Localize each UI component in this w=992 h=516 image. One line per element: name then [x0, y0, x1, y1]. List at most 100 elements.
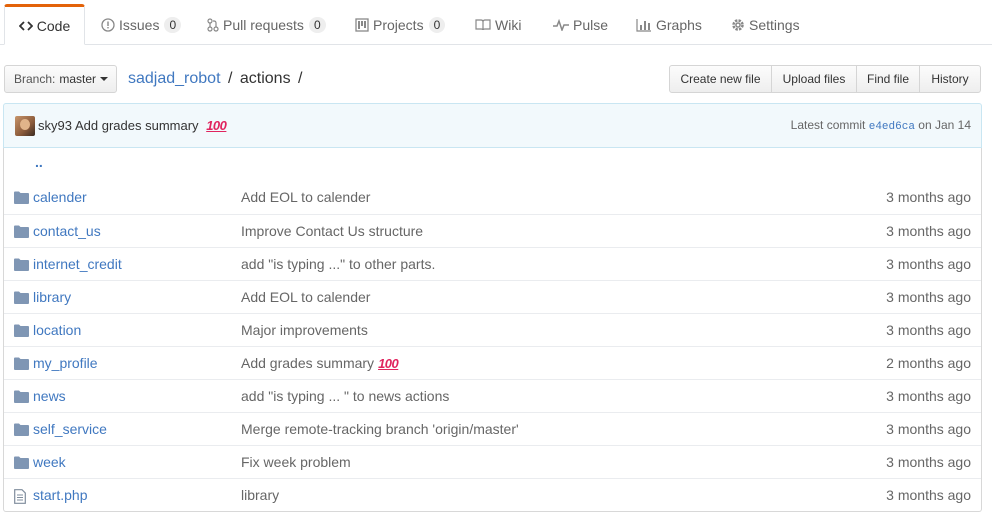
folder-icon: [14, 291, 30, 305]
table-row: start.php library 3 months ago: [4, 478, 981, 511]
file-name-link[interactable]: news: [33, 388, 66, 404]
commit-sha-link[interactable]: e4ed6ca: [869, 121, 915, 133]
file-name-link[interactable]: contact_us: [33, 223, 101, 239]
folder-icon: [14, 324, 30, 338]
code-icon: [18, 20, 33, 32]
commit-message-link[interactable]: library: [241, 487, 279, 503]
history-button[interactable]: History: [919, 65, 981, 93]
commit-age: 3 months ago: [886, 322, 971, 338]
commit-message-link[interactable]: Add EOL to calender: [241, 289, 370, 305]
file-name-link[interactable]: my_profile: [33, 355, 98, 371]
commit-message: Add EOL to calender: [241, 289, 370, 305]
commit-message-link[interactable]: Add grades summary: [75, 118, 199, 133]
commit-message-link[interactable]: Improve Contact Us structure: [241, 223, 423, 239]
table-row: location Major improvements 3 months ago: [4, 313, 981, 346]
tab-label: Pull requests: [223, 17, 304, 33]
commit-age: 3 months ago: [886, 189, 971, 205]
folder-icon: [14, 357, 30, 371]
tab-label: Code: [36, 17, 71, 34]
parent-dir-link[interactable]: ..: [35, 154, 43, 170]
graph-icon: [636, 18, 652, 32]
upload-files-button[interactable]: Upload files: [771, 65, 857, 93]
commit-message: Merge remote-tracking branch 'origin/mas…: [241, 421, 519, 437]
commit-message: add "is typing ..." to other parts.: [241, 256, 435, 272]
file-name-link[interactable]: library: [33, 289, 71, 305]
projects-counter: 0: [428, 17, 446, 33]
table-row: internet_credit add "is typing ..." to o…: [4, 247, 981, 280]
breadcrumb-repo-link[interactable]: sadjad_robot: [128, 70, 221, 87]
tab-label: Wiki: [495, 17, 522, 33]
commit-age: 3 months ago: [886, 487, 971, 503]
issue-icon: [101, 18, 115, 32]
commit-tease: sky93 Add grades summary 100 Latest comm…: [3, 103, 982, 148]
folder-icon: [14, 456, 30, 470]
avatar[interactable]: [15, 116, 35, 136]
commit-message-link[interactable]: Fix week problem: [241, 454, 351, 470]
table-row: library Add EOL to calender 3 months ago: [4, 280, 981, 313]
commit-age: 3 months ago: [886, 223, 971, 239]
table-row-parent-dir: ..: [4, 148, 981, 181]
hundred-emoji: 100: [378, 356, 399, 371]
tab-code[interactable]: Code: [4, 4, 85, 45]
commit-age: 3 months ago: [886, 388, 971, 404]
latest-commit-label: Latest commit: [790, 118, 866, 132]
caret-down-icon: [100, 77, 109, 81]
tab-wiki[interactable]: Wiki: [475, 5, 521, 45]
pull-requests-counter: 0: [308, 17, 326, 33]
tab-pulse[interactable]: Pulse: [553, 5, 608, 45]
commit-message-link[interactable]: add "is typing ... " to news actions: [241, 388, 449, 404]
hundred-emoji: 100: [206, 118, 227, 133]
tab-label: Issues: [119, 17, 160, 33]
commit-message-link[interactable]: Major improvements: [241, 322, 368, 338]
commit-message: Improve Contact Us structure: [241, 223, 423, 239]
repo-nav: Code Issues 0 Pull requests 0 Projects 0…: [0, 0, 992, 45]
file-name-link[interactable]: self_service: [33, 421, 107, 437]
tab-pull-requests[interactable]: Pull requests 0: [207, 5, 326, 45]
commit-message-link[interactable]: Add grades summary: [241, 355, 374, 371]
commit-message: Fix week problem: [241, 454, 351, 470]
table-row: week Fix week problem 3 months ago: [4, 445, 981, 478]
commit-age: 3 months ago: [886, 454, 971, 470]
commit-age: 3 months ago: [886, 256, 971, 272]
table-row: contact_us Improve Contact Us structure …: [4, 214, 981, 247]
commit-message: library: [241, 487, 279, 503]
commit-message-link[interactable]: add "is typing ..." to other parts.: [241, 256, 435, 272]
pulse-icon: [553, 19, 569, 31]
create-new-file-button[interactable]: Create new file: [669, 65, 772, 93]
commit-message-link[interactable]: Add EOL to calender: [241, 189, 370, 205]
commit-author-link[interactable]: sky93: [38, 118, 72, 133]
file-icon: [14, 489, 30, 504]
file-name-link[interactable]: week: [33, 454, 66, 470]
book-icon: [475, 19, 491, 31]
commit-date: on Jan 14: [918, 118, 971, 132]
commit-message: Add EOL to calender: [241, 189, 370, 205]
breadcrumb-separator: /: [227, 70, 233, 87]
file-name-link[interactable]: calender: [33, 189, 87, 205]
tab-settings[interactable]: Settings: [731, 5, 800, 45]
table-row: my_profile Add grades summary 100 2 month…: [4, 346, 981, 379]
tab-projects[interactable]: Projects 0: [355, 5, 446, 45]
table-row: self_service Merge remote-tracking branc…: [4, 412, 981, 445]
tab-graphs[interactable]: Graphs: [636, 5, 702, 45]
file-name-link[interactable]: start.php: [33, 487, 87, 503]
commit-age: 2 months ago: [886, 355, 971, 371]
gear-icon: [731, 18, 745, 32]
latest-commit-info: Latest commit e4ed6ca on Jan 14: [791, 118, 971, 133]
commit-age: 3 months ago: [886, 421, 971, 437]
file-name-link[interactable]: location: [33, 322, 81, 338]
file-name-link[interactable]: internet_credit: [33, 256, 122, 272]
breadcrumb-current-folder: actions: [239, 70, 291, 87]
branch-prefix: Branch:: [14, 72, 56, 86]
commit-age: 3 months ago: [886, 289, 971, 305]
files-table: .. calender Add EOL to calender 3 months…: [3, 148, 982, 512]
commit-message: Add grades summary 100: [75, 118, 227, 133]
tab-issues[interactable]: Issues 0: [101, 5, 182, 45]
find-file-button[interactable]: Find file: [856, 65, 920, 93]
folder-icon: [14, 225, 30, 239]
commit-message: Add grades summary 100: [241, 355, 399, 371]
branch-name: master: [59, 72, 97, 86]
commit-message: Major improvements: [241, 322, 368, 338]
commit-message-link[interactable]: Merge remote-tracking branch 'origin/mas…: [241, 421, 519, 437]
folder-icon: [14, 258, 30, 272]
branch-select-button[interactable]: Branch: master: [4, 65, 117, 93]
